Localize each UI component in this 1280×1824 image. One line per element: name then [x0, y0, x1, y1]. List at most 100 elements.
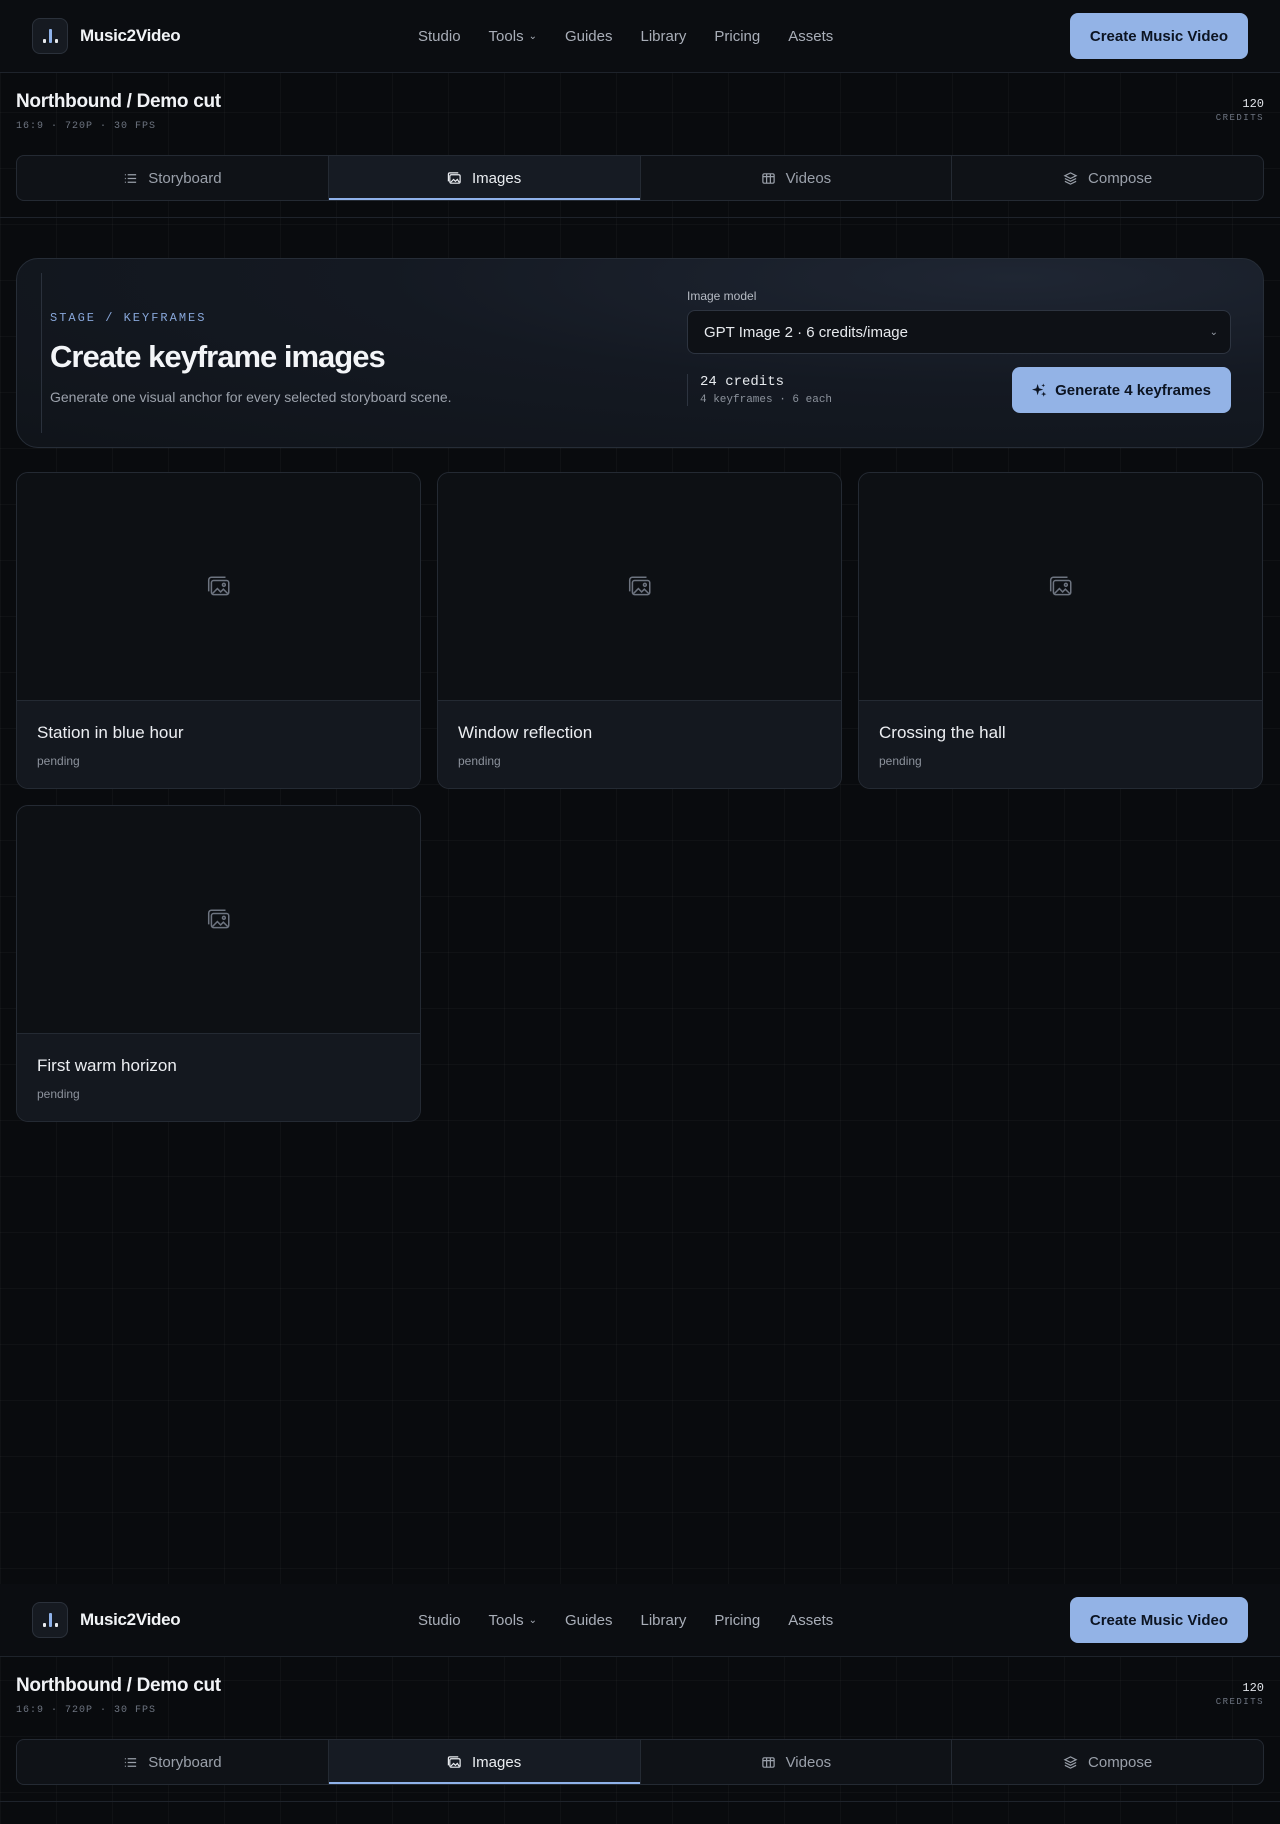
nav-link-library[interactable]: Library — [641, 1612, 687, 1629]
tab-compose-label: Compose — [1088, 1753, 1153, 1771]
keyframe-status: pending — [37, 1087, 80, 1101]
keyframe-thumbnail — [438, 473, 841, 701]
credits-value: 120 — [1242, 97, 1264, 111]
tab-storyboard[interactable]: Storyboard — [17, 156, 329, 200]
nav-link-assets[interactable]: Assets — [788, 1612, 833, 1629]
cost-row: 24 credits 4 keyframes · 6 each Generate… — [687, 367, 1231, 413]
keyframe-title: Window reflection — [458, 723, 593, 742]
stage-title: Create keyframe images — [50, 339, 386, 374]
image-placeholder-icon — [1049, 575, 1072, 595]
tab-images[interactable]: Images — [328, 1740, 641, 1784]
keyframe-status: pending — [458, 754, 501, 768]
keyframe-info: Window reflection pending — [438, 701, 841, 788]
app-view: Music2Video Studio Tools ⌄ Guides Library… — [0, 0, 1280, 1584]
sparkle-icon — [1032, 382, 1047, 397]
nav-link-guides[interactable]: Guides — [565, 1612, 613, 1629]
nav-link-pricing[interactable]: Pricing — [714, 28, 760, 45]
brand-logo-icon — [32, 18, 68, 54]
tab-videos[interactable]: Videos — [641, 156, 953, 200]
brand-name: Music2Video — [80, 26, 181, 45]
project-meta: 16:9 · 720P · 30 FPS — [16, 1705, 157, 1716]
tab-images[interactable]: Images — [328, 156, 641, 200]
nav-link-pricing[interactable]: Pricing — [714, 1612, 760, 1629]
project-title: Northbound / Demo cut — [16, 1675, 221, 1696]
nav-link-guides[interactable]: Guides — [565, 28, 613, 45]
credits-value: 120 — [1242, 1681, 1264, 1695]
keyframe-status: pending — [37, 754, 80, 768]
nav-links: Studio Tools ⌄ Guides Library Pricing Ass… — [418, 0, 833, 72]
keyframe-info: Crossing the hall pending — [859, 701, 1262, 788]
nav-link-tools-label: Tools — [488, 27, 524, 45]
create-music-video-button[interactable]: Create Music Video — [1069, 13, 1248, 59]
keyframe-thumbnail — [859, 473, 1262, 701]
tab-videos-label: Videos — [785, 1753, 832, 1771]
keyframe-card[interactable]: Crossing the hall pending — [858, 472, 1263, 789]
divider — [0, 1801, 1280, 1802]
project-header: Northbound / Demo cut 16:9 · 720P · 30 F… — [0, 1657, 1280, 1739]
app-view-repeat: Music2Video Studio Tools ⌄ Guides Library… — [0, 1584, 1280, 1824]
tab-storyboard[interactable]: Storyboard — [17, 1740, 329, 1784]
layers-icon — [1063, 171, 1078, 185]
layers-icon — [1063, 1755, 1078, 1769]
tab-compose[interactable]: Compose — [952, 1740, 1263, 1784]
chevron-down-icon: ⌄ — [528, 1614, 537, 1626]
brand[interactable]: Music2Video — [32, 18, 181, 54]
nav-links: Studio Tools ⌄ Guides Library Pricing Ass… — [418, 1584, 833, 1656]
keyframe-thumbnail — [17, 806, 420, 1034]
stage-description: Generate one visual anchor for every sel… — [50, 389, 452, 405]
keyframe-card[interactable]: Window reflection pending — [437, 472, 842, 789]
image-model-select[interactable]: GPT Image 2 · 6 credits/image ⌄ — [687, 310, 1231, 354]
tab-compose-label: Compose — [1088, 169, 1153, 187]
nav-link-studio[interactable]: Studio — [418, 28, 461, 45]
keyframe-title: Station in blue hour — [37, 723, 184, 742]
nav-link-tools[interactable]: Tools ⌄ — [489, 28, 537, 45]
tab-videos[interactable]: Videos — [641, 1740, 953, 1784]
film-icon — [761, 172, 775, 184]
credits-counter: 120 CREDITS — [1216, 97, 1264, 123]
create-music-video-button[interactable]: Create Music Video — [1069, 1597, 1248, 1643]
cost-total: 24 credits — [700, 374, 785, 390]
top-navbar: Music2Video Studio Tools ⌄ Guides Library… — [0, 0, 1280, 73]
credits-counter: 120 CREDITS — [1216, 1681, 1264, 1707]
nav-link-assets[interactable]: Assets — [788, 28, 833, 45]
keyframe-info: Station in blue hour pending — [17, 701, 420, 788]
generate-keyframes-button[interactable]: Generate 4 keyframes — [1012, 367, 1231, 413]
divider — [0, 217, 1280, 218]
film-icon — [761, 1756, 775, 1768]
credits-label: CREDITS — [1215, 113, 1264, 123]
keyframe-title: Crossing the hall — [879, 723, 1006, 742]
image-model-value: GPT Image 2 · 6 credits/image — [704, 323, 908, 341]
stage-intro: STAGE / KEYFRAMES Create keyframe images… — [41, 273, 661, 433]
tab-images-label: Images — [472, 169, 522, 187]
nav-link-studio[interactable]: Studio — [418, 1612, 461, 1629]
chevron-down-icon: ⌄ — [1209, 326, 1218, 338]
brand-name: Music2Video — [80, 1610, 181, 1629]
image-placeholder-icon — [628, 575, 651, 595]
keyframe-status: pending — [879, 754, 922, 768]
stage-tabs: Storyboard Images Videos Compose — [16, 1739, 1264, 1785]
nav-link-tools[interactable]: Tools ⌄ — [489, 1612, 537, 1629]
nav-link-tools-label: Tools — [488, 1611, 524, 1629]
keyframe-card[interactable]: First warm horizon pending — [16, 805, 421, 1122]
keyframe-thumbnail — [17, 473, 420, 701]
tab-storyboard-label: Storyboard — [148, 1753, 222, 1771]
stage-tabs: Storyboard Images Videos Compose — [16, 155, 1264, 201]
tab-compose[interactable]: Compose — [952, 156, 1263, 200]
chevron-down-icon: ⌄ — [528, 30, 537, 42]
list-icon — [125, 1757, 137, 1767]
images-icon — [447, 1755, 461, 1768]
brand[interactable]: Music2Video — [32, 1602, 181, 1638]
tab-images-label: Images — [472, 1753, 522, 1771]
generate-keyframes-label: Generate 4 keyframes — [1055, 381, 1211, 399]
credits-label: CREDITS — [1215, 1697, 1264, 1707]
project-title: Northbound / Demo cut — [16, 91, 221, 112]
keyframe-stage-panel: STAGE / KEYFRAMES Create keyframe images… — [16, 258, 1264, 448]
stage-eyebrow: STAGE / KEYFRAMES — [50, 311, 207, 325]
image-placeholder-icon — [207, 575, 230, 595]
cost-summary: 24 credits 4 keyframes · 6 each — [687, 374, 832, 406]
nav-link-library[interactable]: Library — [641, 28, 687, 45]
tab-storyboard-label: Storyboard — [148, 169, 222, 187]
keyframe-card[interactable]: Station in blue hour pending — [16, 472, 421, 789]
top-navbar: Music2Video Studio Tools ⌄ Guides Library… — [0, 1584, 1280, 1657]
project-meta: 16:9 · 720P · 30 FPS — [16, 121, 157, 132]
